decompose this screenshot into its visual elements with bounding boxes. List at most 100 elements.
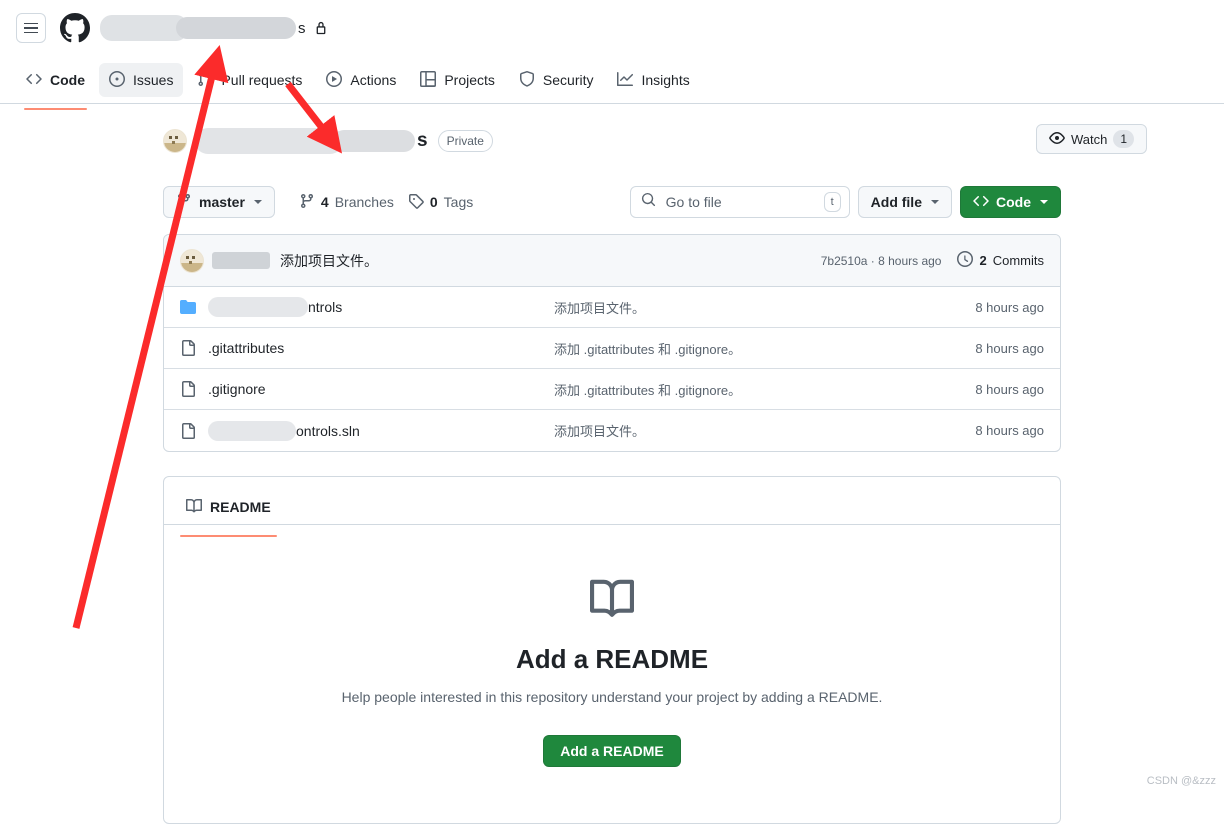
repo-nav: Code Issues Pull requests Actions Projec… bbox=[0, 56, 1224, 110]
file-commit-message[interactable]: 添加项目文件。 bbox=[554, 421, 934, 440]
lock-icon bbox=[314, 21, 328, 35]
file-name-tail: .gitattributes bbox=[208, 340, 285, 356]
tags-count: 0 bbox=[429, 194, 438, 210]
file-time: 8 hours ago bbox=[975, 381, 1044, 397]
header-repo-title-tail: s bbox=[298, 19, 306, 37]
tab-actions-label: Actions bbox=[350, 72, 397, 88]
repo-name-tail: s bbox=[417, 130, 428, 151]
redacted-file-name bbox=[208, 297, 308, 317]
github-logo-icon[interactable] bbox=[60, 13, 90, 43]
search-shortcut-key: t bbox=[823, 192, 841, 212]
search-input[interactable] bbox=[663, 193, 816, 211]
code-button-label: Code bbox=[996, 194, 1031, 210]
file-time: 8 hours ago bbox=[975, 299, 1044, 315]
app-header: s bbox=[0, 0, 1224, 56]
code-button[interactable]: Code bbox=[960, 186, 1061, 218]
watch-label: Watch bbox=[1070, 131, 1108, 147]
tab-readme[interactable]: README bbox=[180, 490, 277, 537]
commit-meta: 7b2510a · 8 hours ago 2 Commits bbox=[821, 251, 1044, 270]
file-list: 添加项目文件。 7b2510a · 8 hours ago 2 Commits bbox=[163, 234, 1061, 452]
readme-empty-state: Add a README Help people interested in t… bbox=[164, 525, 1060, 823]
file-name[interactable]: ntrols bbox=[208, 297, 342, 317]
chevron-down-icon bbox=[1040, 200, 1048, 204]
code-icon bbox=[26, 71, 42, 90]
file-icon bbox=[180, 340, 196, 356]
watermark: CSDN @&zzz bbox=[1146, 775, 1216, 787]
branch-selector[interactable]: master bbox=[163, 186, 275, 218]
branch-name: master bbox=[199, 194, 245, 210]
tab-insights[interactable]: Insights bbox=[607, 63, 699, 97]
history-icon bbox=[957, 251, 974, 270]
tab-issues[interactable]: Issues bbox=[99, 63, 184, 97]
table-row[interactable]: .gitattributes 添加 .gitattributes 和 .giti… bbox=[164, 328, 1060, 369]
repo-heading: s Private Watch 1 bbox=[163, 122, 1147, 160]
tags-link[interactable]: 0 Tags bbox=[408, 193, 473, 212]
hamburger-bar bbox=[24, 22, 38, 25]
commits-label: Commits bbox=[992, 253, 1044, 268]
branch-toolbar: master 4 Branches 0 Tags Go to file t Ad… bbox=[163, 186, 1061, 218]
file-name-tail: ontrols.sln bbox=[296, 422, 360, 439]
add-readme-button[interactable]: Add a README bbox=[543, 735, 681, 767]
tab-projects[interactable]: Projects bbox=[410, 63, 505, 97]
readme-panel: README Add a README Help people interest… bbox=[163, 476, 1061, 824]
tab-security[interactable]: Security bbox=[509, 63, 604, 97]
file-name-tail: .gitignore bbox=[208, 381, 266, 397]
go-to-file-search[interactable]: t bbox=[629, 186, 850, 218]
redacted-repo-name bbox=[176, 17, 296, 39]
header-repo-title[interactable]: s bbox=[100, 15, 328, 41]
branches-count: 4 bbox=[320, 194, 329, 210]
branches-link[interactable]: 4 Branches bbox=[299, 193, 394, 212]
tags-label: Tags bbox=[443, 194, 474, 210]
play-icon bbox=[326, 70, 343, 90]
owner-avatar[interactable] bbox=[163, 129, 187, 153]
file-name[interactable]: .gitignore bbox=[208, 381, 266, 397]
graph-icon bbox=[617, 71, 634, 90]
book-icon bbox=[590, 579, 635, 625]
tab-insights-label: Insights bbox=[641, 72, 690, 88]
project-icon bbox=[420, 70, 437, 90]
redacted-commit-author bbox=[212, 252, 270, 269]
commit-author-avatar[interactable] bbox=[180, 248, 204, 273]
chevron-down-icon bbox=[931, 200, 939, 204]
commit-message[interactable]: 添加项目文件。 bbox=[280, 251, 378, 271]
tab-pull-requests-label: Pull requests bbox=[221, 72, 303, 88]
latest-commit-bar: 添加项目文件。 7b2510a · 8 hours ago 2 Commits bbox=[164, 235, 1060, 287]
add-file-label: Add file bbox=[870, 194, 922, 210]
tab-pull-requests[interactable]: Pull requests bbox=[187, 63, 312, 97]
page-title: Add a README bbox=[515, 644, 709, 674]
hamburger-icon[interactable] bbox=[16, 13, 46, 43]
file-commit-message[interactable]: 添加 .gitattributes 和 .gitignore。 bbox=[554, 339, 934, 358]
issue-opened-icon bbox=[109, 70, 125, 90]
eye-icon bbox=[1049, 130, 1065, 149]
shield-icon bbox=[519, 70, 535, 90]
book-icon bbox=[186, 498, 203, 517]
file-name[interactable]: .gitattributes bbox=[208, 340, 284, 356]
main-content: s Private Watch 1 master 4 Branches 0 Ta… bbox=[0, 104, 1224, 824]
file-commit-message[interactable]: 添加 .gitattributes 和 .gitignore。 bbox=[554, 380, 934, 399]
branches-label: Branches bbox=[334, 194, 394, 210]
add-file-button[interactable]: Add file bbox=[857, 186, 952, 218]
hamburger-bar bbox=[24, 27, 38, 29]
file-icon bbox=[180, 381, 196, 397]
tag-icon bbox=[408, 193, 424, 212]
table-row[interactable]: ntrols 添加项目文件。 8 hours ago bbox=[164, 287, 1060, 328]
tab-code[interactable]: Code bbox=[16, 63, 95, 110]
git-branch-icon bbox=[176, 193, 192, 212]
readme-tabbar: README bbox=[164, 477, 1060, 537]
file-commit-message[interactable]: 添加项目文件。 bbox=[554, 298, 934, 317]
redacted-owner-name bbox=[100, 15, 188, 41]
tab-code-label: Code bbox=[50, 72, 85, 88]
search-icon bbox=[641, 192, 656, 212]
tab-actions[interactable]: Actions bbox=[316, 63, 406, 97]
file-name[interactable]: ontrols.sln bbox=[208, 420, 360, 441]
commit-hash-and-time[interactable]: 7b2510a · 8 hours ago bbox=[821, 254, 942, 268]
readme-description: Help people interested in this repositor… bbox=[341, 689, 883, 705]
table-row[interactable]: ontrols.sln 添加项目文件。 8 hours ago bbox=[164, 410, 1060, 451]
watch-button[interactable]: Watch 1 bbox=[1035, 124, 1147, 154]
redacted-file-name bbox=[208, 420, 296, 441]
watch-count: 1 bbox=[1113, 130, 1134, 148]
tab-issues-label: Issues bbox=[133, 72, 174, 88]
table-row[interactable]: .gitignore 添加 .gitattributes 和 .gitignor… bbox=[164, 369, 1060, 410]
file-icon bbox=[180, 422, 196, 439]
commits-link[interactable]: 2 Commits bbox=[957, 251, 1044, 270]
